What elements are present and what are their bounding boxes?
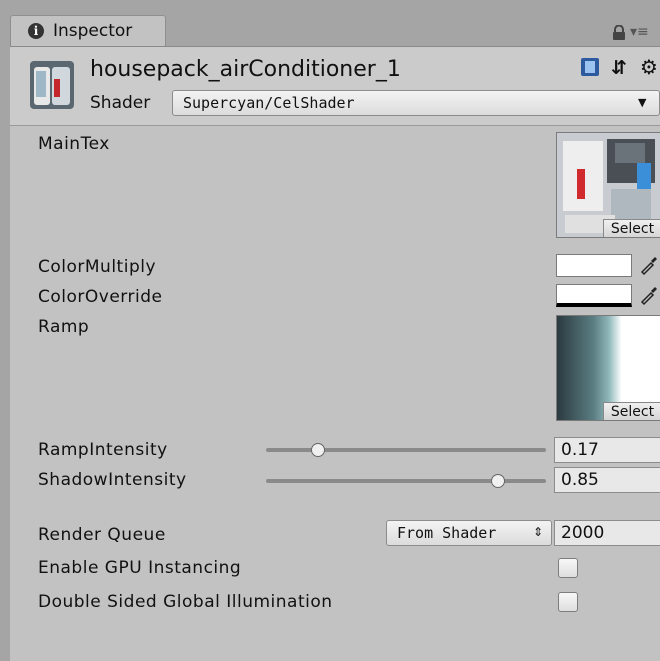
doublesidedgi-label: Double Sided Global Illumination xyxy=(38,592,333,612)
maintex-select-button[interactable]: Select xyxy=(603,219,660,237)
book-icon[interactable] xyxy=(580,57,600,77)
eyedropper-icon[interactable] xyxy=(638,254,660,276)
shadowintensity-slider-handle[interactable] xyxy=(491,474,505,488)
ramp-select-button[interactable]: Select xyxy=(603,402,660,420)
renderqueue-input[interactable]: 2000 xyxy=(554,520,660,546)
gpuinstancing-label: Enable GPU Instancing xyxy=(38,558,242,578)
renderqueue-label: Render Queue xyxy=(38,525,166,545)
gear-icon[interactable]: ⚙ xyxy=(640,55,658,79)
coloroverride-swatch[interactable] xyxy=(556,284,632,307)
info-icon: i xyxy=(28,23,44,39)
object-name: housepack_airConditioner_1 xyxy=(90,57,401,82)
coloroverride-label: ColorOverride xyxy=(38,287,163,307)
window-edge xyxy=(0,46,10,661)
material-thumbnail xyxy=(30,61,74,109)
inspector-header: housepack_airConditioner_1 Shader Superc… xyxy=(10,47,660,126)
lock-icon[interactable] xyxy=(612,25,626,41)
updown-arrows-icon: ⇕ xyxy=(533,525,544,539)
rampintensity-label: RampIntensity xyxy=(38,440,168,460)
doublesidedgi-checkbox[interactable] xyxy=(558,592,578,612)
shader-value: Supercyan/CelShader xyxy=(183,94,355,112)
ramp-slot[interactable]: Select xyxy=(556,315,660,421)
shadowintensity-input[interactable]: 0.85 xyxy=(554,467,660,493)
renderqueue-mode: From Shader xyxy=(397,524,497,542)
colormultiply-label: ColorMultiply xyxy=(38,257,157,277)
menu-icon[interactable]: ▾≡ xyxy=(630,24,649,40)
rampintensity-slider-track[interactable] xyxy=(266,448,546,452)
shader-dropdown[interactable]: Supercyan/CelShader ▼ xyxy=(172,90,660,116)
eyedropper-icon[interactable] xyxy=(638,284,660,306)
ramp-label: Ramp xyxy=(38,317,90,337)
gpuinstancing-checkbox[interactable] xyxy=(558,558,578,578)
tab-inspector[interactable]: i Inspector xyxy=(10,15,166,46)
shadowintensity-label: ShadowIntensity xyxy=(38,470,187,490)
tab-label: Inspector xyxy=(53,21,133,41)
rampintensity-slider-handle[interactable] xyxy=(311,443,325,457)
shader-label: Shader xyxy=(90,93,151,113)
chevron-down-icon: ▼ xyxy=(638,96,647,109)
colormultiply-swatch[interactable] xyxy=(556,254,632,277)
maintex-label: MainTex xyxy=(38,134,110,154)
rampintensity-input[interactable]: 0.17 xyxy=(554,437,660,463)
maintex-slot[interactable]: Select xyxy=(556,132,660,238)
renderqueue-dropdown[interactable]: From Shader ⇕ xyxy=(386,520,552,546)
preset-icon[interactable]: ⇵ xyxy=(611,57,627,79)
